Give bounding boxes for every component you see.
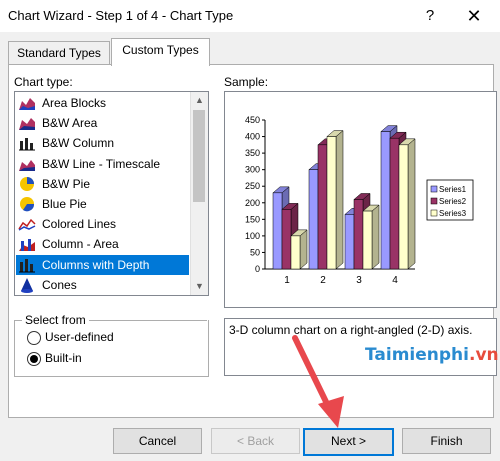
annotation-arrow-icon <box>292 335 344 428</box>
